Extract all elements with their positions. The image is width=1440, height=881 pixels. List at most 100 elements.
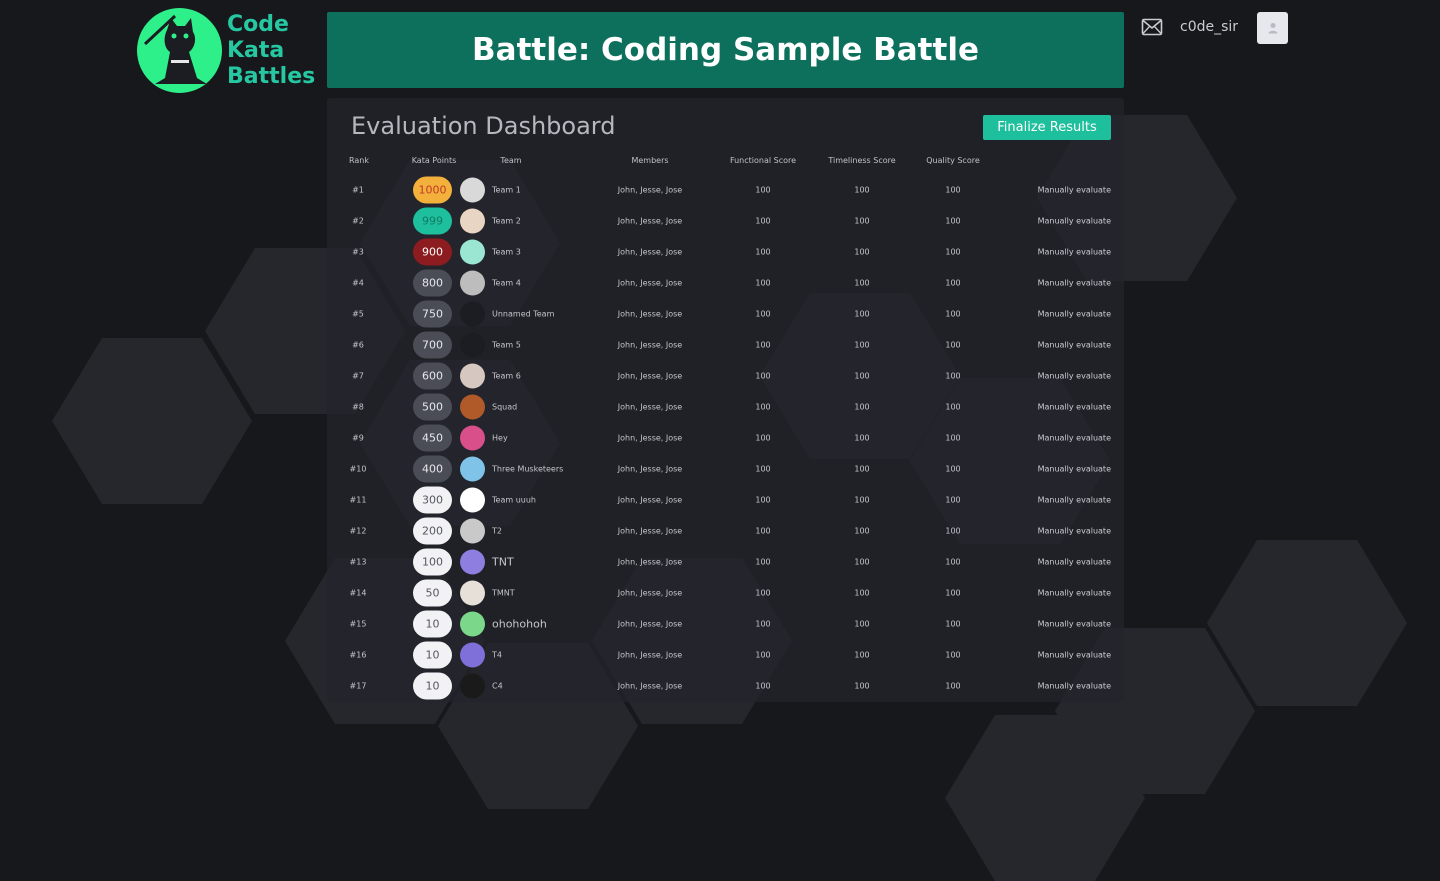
rank-cell: #6 <box>352 340 364 349</box>
team-avatar <box>460 270 485 295</box>
team-name[interactable]: Team 3 <box>492 247 521 256</box>
timeliness-score-cell: 100 <box>854 464 870 473</box>
functional-score-cell: 100 <box>755 464 771 473</box>
team-name[interactable]: Three Musketeers <box>492 464 563 473</box>
team-name[interactable]: Unnamed Team <box>492 309 554 318</box>
functional-score-cell: 100 <box>755 526 771 535</box>
kata-points-badge: 700 <box>413 331 452 358</box>
table-row: #11 300 Team uuuh John, Jesse, Jose 100 100 10… <box>327 484 1124 515</box>
team-avatar <box>460 425 485 450</box>
manually-evaluate-link[interactable]: Manually evaluate <box>1038 650 1111 659</box>
rank-cell: #15 <box>349 619 367 628</box>
members-cell: John, Jesse, Jose <box>617 371 683 380</box>
manually-evaluate-link[interactable]: Manually evaluate <box>1038 216 1111 225</box>
dashboard-title: Evaluation Dashboard <box>351 112 616 140</box>
quality-score-cell: 100 <box>945 650 961 659</box>
kata-points-badge: 100 <box>413 548 452 575</box>
user-avatar[interactable] <box>1257 12 1288 44</box>
team-name[interactable]: C4 <box>492 681 503 690</box>
manually-evaluate-link[interactable]: Manually evaluate <box>1038 588 1111 597</box>
members-cell: John, Jesse, Jose <box>617 247 683 256</box>
column-header-team: Team <box>500 156 522 165</box>
brand-name: Code Kata Battles <box>227 12 315 90</box>
timeliness-score-cell: 100 <box>854 588 870 597</box>
manually-evaluate-link[interactable]: Manually evaluate <box>1038 278 1111 287</box>
user-placeholder-icon <box>1268 23 1277 34</box>
manually-evaluate-link[interactable]: Manually evaluate <box>1038 309 1111 318</box>
team-avatar <box>460 580 485 605</box>
team-name[interactable]: Team 5 <box>492 340 521 349</box>
kata-points-badge: 10 <box>413 641 452 668</box>
functional-score-cell: 100 <box>755 309 771 318</box>
members-cell: John, Jesse, Jose <box>617 278 683 287</box>
members-cell: John, Jesse, Jose <box>617 185 683 194</box>
team-avatar <box>460 394 485 419</box>
manually-evaluate-link[interactable]: Manually evaluate <box>1038 247 1111 256</box>
timeliness-score-cell: 100 <box>854 650 870 659</box>
manually-evaluate-link[interactable]: Manually evaluate <box>1038 464 1111 473</box>
team-name[interactable]: Team uuuh <box>492 495 536 504</box>
quality-score-cell: 100 <box>945 433 961 442</box>
quality-score-cell: 100 <box>945 216 961 225</box>
members-cell: John, Jesse, Jose <box>617 526 683 535</box>
battle-title: Battle: Coding Sample Battle <box>472 32 979 68</box>
rank-cell: #12 <box>349 526 367 535</box>
manually-evaluate-link[interactable]: Manually evaluate <box>1038 557 1111 566</box>
manually-evaluate-link[interactable]: Manually evaluate <box>1038 371 1111 380</box>
quality-score-cell: 100 <box>945 464 961 473</box>
rank-cell: #5 <box>352 309 364 318</box>
brand-logo[interactable]: Code Kata Battles <box>137 8 322 94</box>
rank-cell: #14 <box>349 588 367 597</box>
mail-icon[interactable] <box>1141 17 1163 37</box>
team-name[interactable]: Hey <box>492 433 508 442</box>
rank-cell: #11 <box>349 495 367 504</box>
manually-evaluate-link[interactable]: Manually evaluate <box>1038 526 1111 535</box>
members-cell: John, Jesse, Jose <box>617 340 683 349</box>
functional-score-cell: 100 <box>755 278 771 287</box>
manually-evaluate-link[interactable]: Manually evaluate <box>1038 619 1111 628</box>
team-avatar <box>460 549 485 574</box>
rank-cell: #7 <box>352 371 364 380</box>
members-cell: John, Jesse, Jose <box>617 433 683 442</box>
rank-cell: #1 <box>352 185 364 194</box>
team-name[interactable]: Team 1 <box>492 185 521 194</box>
functional-score-cell: 100 <box>755 247 771 256</box>
manually-evaluate-link[interactable]: Manually evaluate <box>1038 402 1111 411</box>
table-row: #14 50 TMNT John, Jesse, Jose 100 100 100 Manua… <box>327 577 1124 608</box>
kata-points-badge: 500 <box>413 393 452 420</box>
team-name[interactable]: T2 <box>492 526 502 535</box>
manually-evaluate-link[interactable]: Manually evaluate <box>1038 681 1111 690</box>
team-name[interactable]: TMNT <box>492 588 515 597</box>
members-cell: John, Jesse, Jose <box>617 464 683 473</box>
column-header-members: Members <box>631 156 669 165</box>
bg-hexagon <box>52 338 252 504</box>
rank-cell: #10 <box>349 464 367 473</box>
manually-evaluate-link[interactable]: Manually evaluate <box>1038 340 1111 349</box>
manually-evaluate-link[interactable]: Manually evaluate <box>1038 185 1111 194</box>
manually-evaluate-link[interactable]: Manually evaluate <box>1038 495 1111 504</box>
timeliness-score-cell: 100 <box>854 216 870 225</box>
team-avatar <box>460 208 485 233</box>
team-name[interactable]: Team 6 <box>492 371 521 380</box>
team-name[interactable]: Team 2 <box>492 216 521 225</box>
team-name[interactable]: T4 <box>492 650 502 659</box>
team-avatar <box>460 487 485 512</box>
manually-evaluate-link[interactable]: Manually evaluate <box>1038 433 1111 442</box>
rank-cell: #4 <box>352 278 364 287</box>
quality-score-cell: 100 <box>945 526 961 535</box>
timeliness-score-cell: 100 <box>854 402 870 411</box>
team-name[interactable]: Team 4 <box>492 278 521 287</box>
username-link[interactable]: c0de_sir <box>1180 19 1238 35</box>
kata-points-badge: 1000 <box>413 176 452 203</box>
finalize-results-button[interactable]: Finalize Results <box>983 115 1111 140</box>
team-avatar <box>460 518 485 543</box>
timeliness-score-cell: 100 <box>854 185 870 194</box>
team-name[interactable]: ohohohoh <box>492 617 547 630</box>
table-row: #6 700 Team 5 John, Jesse, Jose 100 100 100 Man… <box>327 329 1124 360</box>
quality-score-cell: 100 <box>945 340 961 349</box>
team-name[interactable]: Squad <box>492 402 517 411</box>
kata-points-badge: 999 <box>413 207 452 234</box>
timeliness-score-cell: 100 <box>854 309 870 318</box>
quality-score-cell: 100 <box>945 588 961 597</box>
team-name[interactable]: TNT <box>492 555 514 568</box>
